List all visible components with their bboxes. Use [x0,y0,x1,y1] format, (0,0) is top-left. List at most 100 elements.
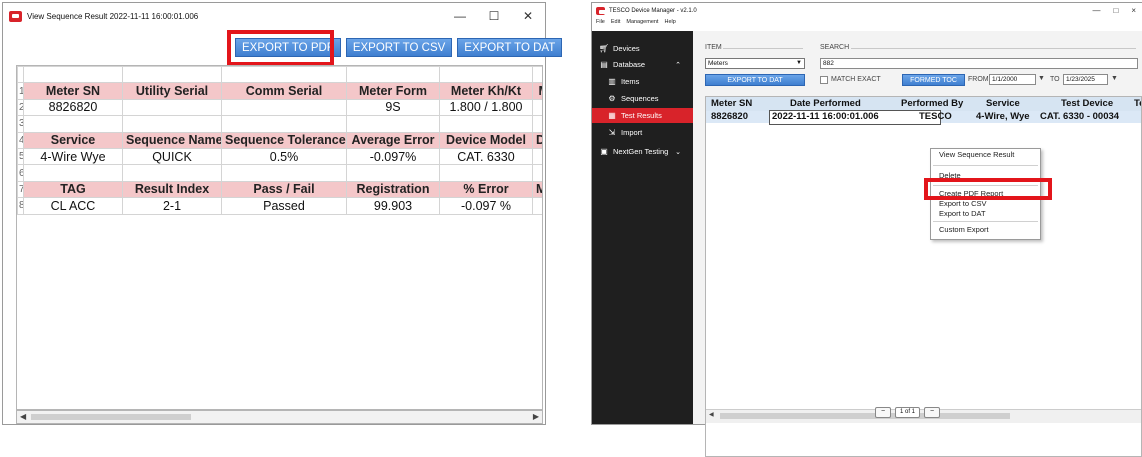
table-cell[interactable]: -0.097% [346,147,440,166]
column-meter-sn[interactable]: Meter SN [711,97,752,111]
table-cell[interactable] [439,115,533,133]
table-cell[interactable]: Meter Kh/Kt [439,82,533,100]
export-dat-button[interactable]: EXPORT TO DAT [457,38,563,57]
table-cell[interactable] [221,115,347,133]
table-cell[interactable]: Meter Form [346,82,440,100]
from-date-input[interactable]: 1/1/2000 [989,74,1036,85]
table-cell[interactable]: 4-Wire Wye [23,147,123,166]
table-cell[interactable]: TAG [23,180,123,199]
table-cell[interactable]: 1.800 / 1.800 [439,98,533,117]
table-cell[interactable]: Average Error [346,131,440,149]
menu-file[interactable]: File [596,19,605,29]
minimize-button[interactable]: — [1092,3,1100,19]
table-cell[interactable]: Sequence Name [122,131,222,149]
table-cell[interactable] [532,66,542,84]
sidebar-item-import[interactable]: ⇲ Import [592,125,693,140]
scroll-right-icon[interactable]: ▶ [533,412,539,421]
context-custom-export[interactable]: Custom Export [939,225,989,234]
table-cell[interactable] [532,115,542,133]
table-cell[interactable] [122,98,222,117]
close-button[interactable]: ✕ [511,3,545,29]
table-cell[interactable] [221,164,347,182]
to-date-dropdown-icon[interactable]: ▼ [1111,75,1118,82]
export-csv-button[interactable]: EXPORT TO CSV [345,38,453,57]
table-cell[interactable] [122,66,222,84]
table-cell[interactable]: Meter Model [532,180,542,199]
table-cell[interactable]: % Error [439,180,533,199]
table-cell[interactable]: 0.5% [221,147,347,166]
scroll-left-icon[interactable]: ◀ [709,411,714,418]
prev-page-button[interactable]: − [875,407,891,418]
table-cell[interactable]: Service [23,131,123,149]
item-select[interactable]: Meters ▼ [705,58,805,69]
table-cell[interactable]: Meter Type [532,82,542,100]
table-cell[interactable] [23,66,123,84]
table-cell[interactable]: 00034 [532,147,542,166]
maximize-button[interactable]: □ [1113,3,1118,19]
scroll-thumb[interactable] [31,414,191,420]
table-cell[interactable]: Comm Serial [221,82,347,100]
table-cell[interactable] [439,164,533,182]
table-cell[interactable]: -0.097 % [439,197,533,215]
table-cell[interactable]: CAT. 6330 [439,147,533,166]
table-cell[interactable]: Result Index [122,180,222,199]
table-cell[interactable] [346,66,440,84]
formed-toc-button[interactable]: FORMED TOC [902,74,965,86]
table-cell[interactable]: 9S [346,98,440,117]
column-date-performed[interactable]: Date Performed [790,97,861,111]
column-performed-by[interactable]: Performed By [901,97,963,111]
table-row[interactable]: 8826820 2022-11-11 16:00:01.006 TESCO 4-… [706,110,1141,125]
sidebar-item-devices[interactable]: 🛒︎ Devices [592,41,693,56]
table-cell[interactable] [122,164,222,182]
table-cell[interactable] [221,66,347,84]
table-cell[interactable]: Meter SN [23,82,123,100]
table-cell[interactable]: Pass / Fail [221,180,347,199]
table-cell[interactable]: Device Serial [532,131,542,149]
table-cell[interactable]: 8826820 [23,98,123,117]
context-view-sequence-result[interactable]: View Sequence Result [939,150,1014,159]
table-cell[interactable]: CL ACC [23,197,123,215]
maximize-button[interactable]: ☐ [477,3,511,29]
menu-help[interactable]: Help [664,19,675,29]
table-cell[interactable] [346,115,440,133]
table-cell[interactable]: Device Model [439,131,533,149]
context-export-csv[interactable]: Export to CSV [939,199,987,208]
table-cell[interactable]: 2-1 [122,197,222,215]
match-exact-checkbox[interactable] [820,76,828,84]
table-cell[interactable]: Sequence Tolerance [221,131,347,149]
scroll-left-icon[interactable]: ◀ [20,412,26,421]
table-cell[interactable] [122,115,222,133]
table-cell[interactable] [346,164,440,182]
table-cell[interactable]: Registration [346,180,440,199]
table-cell[interactable] [23,164,123,182]
minimize-button[interactable]: — [443,3,477,29]
sidebar-item-nextgen-testing[interactable]: ▣ NextGen Testing ⌄ [592,144,693,159]
horizontal-scrollbar[interactable]: ◀ ▶ [16,410,543,424]
next-page-button[interactable]: − [924,407,941,418]
table-cell[interactable]: QUICK [122,147,222,166]
table-cell[interactable] [439,66,533,84]
search-input[interactable]: 882 [820,58,1138,69]
context-export-dat[interactable]: Export to DAT [939,209,986,218]
to-date-input[interactable]: 1/23/2025 [1063,74,1108,85]
table-cell[interactable]: Passed [221,197,347,215]
sidebar-item-database[interactable]: ▤ Database ⌃ [592,57,693,72]
sidebar-item-test-results[interactable]: ▦ Test Results [592,108,693,123]
column-test-device[interactable]: Test Device [1061,97,1113,111]
from-date-dropdown-icon[interactable]: ▼ [1038,75,1045,82]
close-button[interactable]: × [1131,3,1136,19]
table-cell[interactable]: 1.8 [532,197,542,215]
export-dat-button[interactable]: EXPORT TO DAT [705,74,805,86]
table-cell[interactable]: 2.0 [532,98,542,117]
table-cell[interactable]: 99.903 [346,197,440,215]
sidebar-item-items[interactable]: ▥ Items [592,74,693,89]
table-cell[interactable]: Utility Serial [122,82,222,100]
sidebar-item-sequences[interactable]: ⚙ Sequences [592,91,693,106]
page-indicator[interactable]: 1 of 1 [895,407,921,418]
table-cell[interactable] [532,164,542,182]
scroll-thumb[interactable] [720,413,1010,419]
table-cell[interactable] [221,98,347,117]
column-service[interactable]: Service [986,97,1020,111]
menu-management[interactable]: Management [626,19,658,29]
column-truncated[interactable]: Te [1134,97,1141,111]
